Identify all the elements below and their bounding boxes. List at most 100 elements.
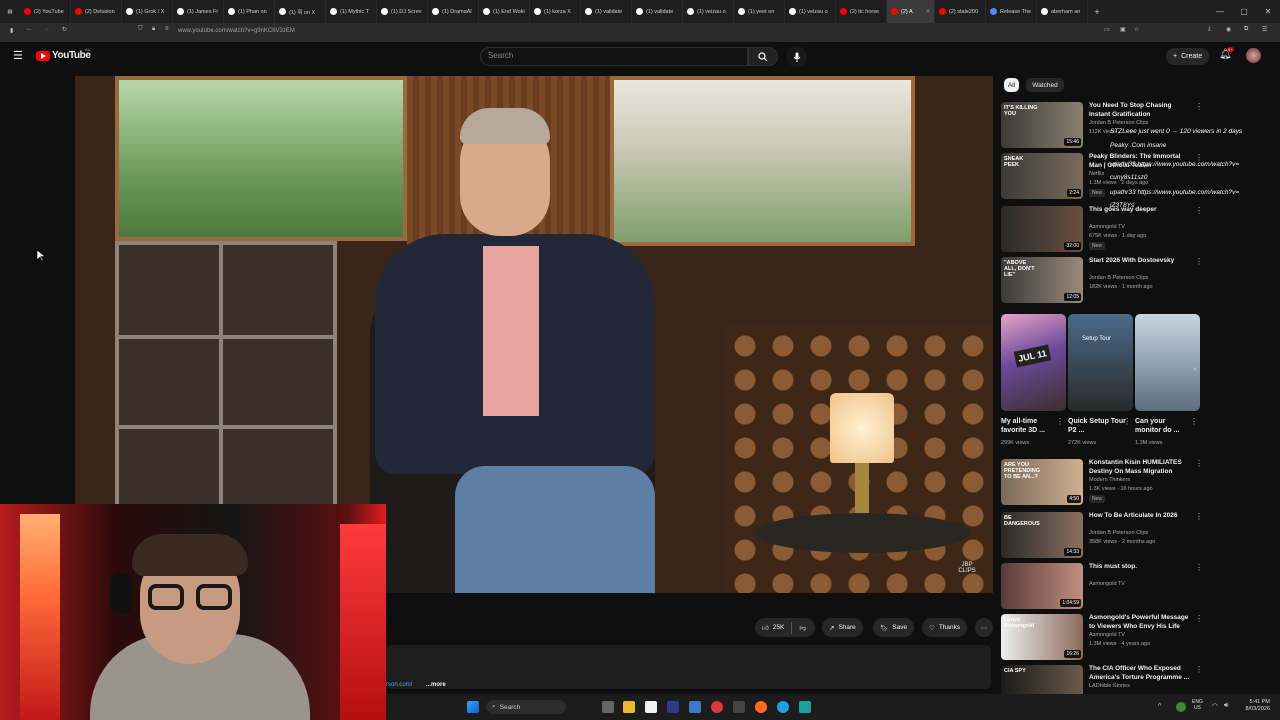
tab-actions-icon[interactable]: ▦ xyxy=(0,0,20,23)
short-thumbnail-3[interactable]: › xyxy=(1135,314,1200,411)
video-title[interactable]: This goes way deeper xyxy=(1089,206,1193,215)
video-thumbnail[interactable]: 32:00 xyxy=(1001,206,1083,252)
close-window-icon[interactable]: ✕ xyxy=(1256,0,1280,23)
short-title[interactable]: Quick Setup Tour P2 ... xyxy=(1068,417,1126,435)
short-kebab-icon[interactable]: ⋮ xyxy=(1123,417,1131,426)
channel-name[interactable]: Modern Thinkers xyxy=(1089,477,1130,483)
hamburger-menu-icon[interactable]: ☰ xyxy=(13,49,23,62)
video-thumbnail[interactable]: SNEAK PEEK 2:24 xyxy=(1001,153,1083,199)
video-title[interactable]: Start 2026 With Dostoevsky xyxy=(1089,257,1193,266)
obs-icon[interactable] xyxy=(711,701,723,713)
channel-name[interactable]: Jordan B Peterson Clips xyxy=(1089,120,1148,126)
video-thumbnail[interactable]: "ABOVE ALL, DON'T LIE" 12:05 xyxy=(1001,257,1083,303)
chip-watched[interactable]: Watched xyxy=(1026,78,1064,92)
recommended-video[interactable]: "ABOVE ALL, DON'T LIE" 12:05 Start 2026 … xyxy=(1001,257,1201,307)
tray-app-icon[interactable] xyxy=(1176,702,1186,712)
channel-name[interactable]: LADbible Stories xyxy=(1089,683,1130,689)
browser-tab[interactable]: (1) veizau o xyxy=(785,0,836,23)
tray-chevron-icon[interactable]: ^ xyxy=(1158,703,1161,710)
recommended-video[interactable]: CIA SPY The CIA Officer Who Exposed Amer… xyxy=(1001,665,1201,694)
wifi-icon[interactable]: ◠ xyxy=(1212,702,1218,710)
browser-tab[interactable]: (1) DJ Screv xyxy=(377,0,428,23)
channel-name[interactable]: Asmongold TV xyxy=(1089,581,1125,587)
video-title[interactable]: This must stop. xyxy=(1089,563,1193,572)
shorts-next-chevron-icon[interactable]: › xyxy=(1194,366,1196,373)
profile-icon[interactable]: ◉ xyxy=(1226,26,1231,33)
like-count[interactable]: 25K xyxy=(773,624,785,631)
reader-icon[interactable]: ▭ xyxy=(1104,26,1110,33)
browser-tab[interactable]: (1) Grok / X xyxy=(122,0,173,23)
app-icon[interactable] xyxy=(799,701,811,713)
language-indicator[interactable]: ENG US xyxy=(1192,699,1203,711)
short-title[interactable]: My all-time favorite 3D ... xyxy=(1001,417,1059,435)
video-menu-kebab-icon[interactable]: ⋮ xyxy=(1195,563,1201,572)
video-title[interactable]: Asmongold's Powerful Message to Viewers … xyxy=(1089,614,1193,631)
tabs-icon[interactable]: ▣ xyxy=(1120,26,1126,33)
extensions-icon[interactable]: ⧉ xyxy=(1244,26,1248,33)
browser-tab[interactable]: (1) DramaAl xyxy=(428,0,479,23)
browser-tab[interactable]: (1) validate xyxy=(581,0,632,23)
channel-name[interactable]: Asmongold TV xyxy=(1089,632,1125,638)
create-button[interactable]: + Create xyxy=(1166,48,1210,65)
windows-start-icon[interactable] xyxy=(467,701,479,713)
photos-icon[interactable] xyxy=(689,701,701,713)
minimize-window-icon[interactable]: — xyxy=(1208,0,1232,23)
back-icon[interactable]: ← xyxy=(26,26,32,32)
video-menu-kebab-icon[interactable]: ⋮ xyxy=(1195,512,1201,521)
share-button[interactable]: ↗ Share xyxy=(822,618,863,637)
bookmark-star-icon[interactable]: ☆ xyxy=(1134,26,1139,33)
browser-tab[interactable]: (2) YouTube xyxy=(20,0,71,23)
browser-tab[interactable]: (1) Mythic T xyxy=(326,0,377,23)
like-icon[interactable]: 👍︎ xyxy=(762,624,769,632)
browser-tab[interactable]: (1) End Woki xyxy=(479,0,530,23)
new-tab-icon[interactable]: + xyxy=(1088,7,1106,17)
browser-tab[interactable]: (2) tic horse xyxy=(836,0,887,23)
sidebar-toggle-icon[interactable]: ▮ xyxy=(10,27,13,34)
account-avatar[interactable] xyxy=(1246,48,1261,63)
youtube-logo-icon[interactable] xyxy=(36,51,50,61)
recommended-video[interactable]: 1:04:59 This must stop. Asmongold TV ⋮ xyxy=(1001,563,1201,613)
channel-name[interactable]: Jordan B Peterson Clips xyxy=(1089,530,1148,536)
video-menu-kebab-icon[interactable]: ⋮ xyxy=(1195,206,1201,215)
edge-icon[interactable] xyxy=(777,701,789,713)
video-menu-kebab-icon[interactable]: ⋮ xyxy=(1195,257,1201,266)
short-kebab-icon[interactable]: ⋮ xyxy=(1190,417,1198,426)
description-link[interactable]: rson.com/ xyxy=(386,682,412,688)
video-menu-kebab-icon[interactable]: ⋮ xyxy=(1195,614,1201,623)
browser-tab[interactable]: (1) Phan on xyxy=(224,0,275,23)
recommended-video[interactable]: IT'S KILLING YOU 15:46 You Need To Stop … xyxy=(1001,102,1201,152)
browser-tab[interactable]: (1) korza X xyxy=(530,0,581,23)
channel-name[interactable]: Asmongold TV xyxy=(1089,224,1125,230)
search-input[interactable] xyxy=(480,47,748,66)
browser-tab[interactable]: (1) 뭐 on X xyxy=(275,0,326,23)
forward-icon[interactable]: → xyxy=(44,26,50,32)
taskbar-search[interactable]: ⌕ Search xyxy=(486,700,566,714)
recommended-video[interactable]: BE DANGEROUS 14:33 How To Be Articulate … xyxy=(1001,512,1201,562)
menu-icon[interactable]: ☰ xyxy=(1262,26,1267,33)
tab-close-icon[interactable]: ✕ xyxy=(925,9,930,15)
browser-tab[interactable]: aberham an xyxy=(1037,0,1088,23)
description-box[interactable] xyxy=(386,645,991,689)
voice-search-button[interactable] xyxy=(786,46,807,67)
thanks-button[interactable]: ♡ Thanks xyxy=(922,618,968,637)
url-field[interactable]: www.youtube.com/watch?v=g9nKC6V3zEM xyxy=(178,28,295,34)
video-title[interactable]: Konstantin Kisin HUMILIATES Destiny On M… xyxy=(1089,459,1193,476)
shield-icon[interactable]: ⛉ xyxy=(138,26,143,33)
video-menu-kebab-icon[interactable]: ⋮ xyxy=(1195,665,1201,674)
more-actions-button[interactable]: ⋯ xyxy=(975,618,993,637)
browser-tab[interactable]: (1) veizau o xyxy=(683,0,734,23)
video-thumbnail[interactable]: 1:04:59 xyxy=(1001,563,1083,609)
recommended-video[interactable]: 32:00 This goes way deeper Asmongold TV … xyxy=(1001,206,1201,256)
browser-tab[interactable]: (1) validate xyxy=(632,0,683,23)
maximize-window-icon[interactable]: ▢ xyxy=(1232,0,1256,23)
recommended-video[interactable]: I Envy Asmongold 16:26 Asmongold's Power… xyxy=(1001,614,1201,664)
short-kebab-icon[interactable]: ⋮ xyxy=(1056,417,1064,426)
task-view-icon[interactable] xyxy=(602,701,614,713)
reload-icon[interactable]: ↻ xyxy=(62,26,67,33)
short-thumbnail-1[interactable]: JUL 11 xyxy=(1001,314,1066,411)
dislike-icon[interactable]: 👎︎ xyxy=(799,624,806,632)
recommended-video[interactable]: ARE YOU PRETENDING TO BE AN...? 4:50 Kon… xyxy=(1001,459,1201,509)
browser-tab[interactable]: (2) Delusion xyxy=(71,0,122,23)
save-button[interactable]: 🔖︎ Save xyxy=(873,618,915,637)
video-thumbnail[interactable]: I Envy Asmongold 16:26 xyxy=(1001,614,1083,660)
